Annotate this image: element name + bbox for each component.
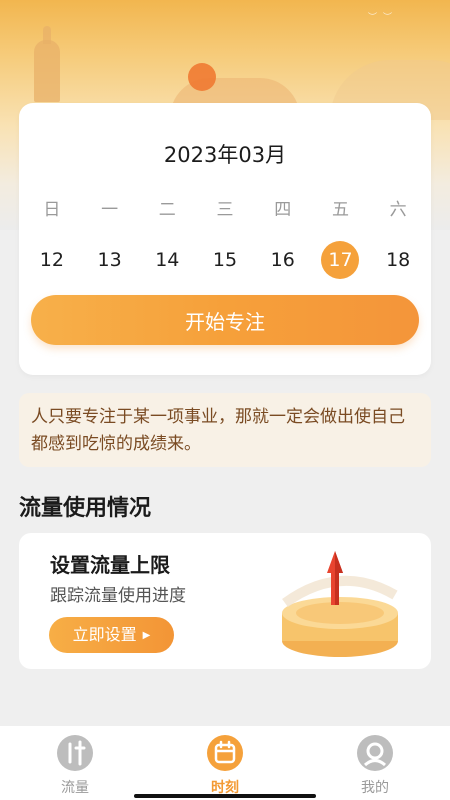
date-cell[interactable]: 18 [369, 241, 427, 279]
tab-label: 流量 [61, 780, 89, 796]
date-number: 12 [39, 249, 64, 271]
date-number: 13 [97, 249, 122, 271]
play-arrow-icon: ▶ [142, 630, 151, 641]
start-focus-button[interactable]: 开始专注 [31, 295, 419, 345]
weekday-label: 四 [274, 200, 292, 220]
date-row: 12 13 14 15 16 17 18 [23, 241, 427, 279]
card-title: 设置流量上限 [50, 553, 170, 577]
weekday-label: 一 [101, 200, 119, 220]
traffic-illustration-icon [282, 551, 398, 657]
date-number: 17 [321, 241, 360, 279]
birds-decoration: ︶︶ [368, 13, 399, 23]
sun-decoration [188, 63, 216, 91]
weekday-label: 日 [43, 200, 61, 220]
quote-box: 人只要专注于某一项事业，那就一定会做出使自己都感到吃惊的成绩来。 [19, 393, 431, 467]
calendar-card: 2023年03月 日 一 二 三 四 五 六 12 13 14 15 16 17… [19, 103, 431, 375]
set-now-label: 立即设置 [72, 625, 137, 644]
date-cell[interactable]: 14 [138, 241, 196, 279]
card-subtitle: 跟踪流量使用进度 [50, 586, 186, 606]
bottom-tab-bar: 流量 时刻 我的 [0, 726, 450, 800]
profile-icon [356, 734, 394, 772]
traffic-icon [56, 734, 94, 772]
traffic-limit-card[interactable]: 设置流量上限 跟踪流量使用进度 立即设置 ▶ [19, 533, 431, 669]
date-cell[interactable]: 16 [254, 241, 312, 279]
weekday-label: 二 [158, 200, 176, 220]
weekday-row: 日 一 二 三 四 五 六 [23, 195, 427, 220]
date-cell-selected[interactable]: 17 [312, 241, 370, 279]
weekday-label: 五 [331, 200, 349, 220]
set-now-button[interactable]: 立即设置 ▶ [49, 617, 174, 653]
calendar-icon [206, 734, 244, 772]
date-cell[interactable]: 15 [196, 241, 254, 279]
tab-label: 我的 [361, 780, 389, 796]
home-indicator [134, 794, 316, 798]
date-number: 15 [212, 249, 238, 271]
calendar-month-title: 2023年03月 [163, 143, 287, 167]
pagoda-decoration-body [34, 40, 60, 102]
date-number: 16 [270, 249, 295, 271]
tab-profile[interactable]: 我的 [320, 726, 430, 800]
tab-moment[interactable]: 时刻 [170, 726, 280, 800]
date-number: 18 [386, 249, 411, 271]
weekday-label: 六 [389, 200, 407, 220]
tab-traffic[interactable]: 流量 [20, 726, 130, 800]
date-number: 14 [155, 249, 180, 271]
section-title: 流量使用情况 [19, 496, 152, 521]
date-cell[interactable]: 12 [23, 241, 81, 279]
weekday-label: 三 [216, 200, 234, 220]
date-cell[interactable]: 13 [81, 241, 139, 279]
